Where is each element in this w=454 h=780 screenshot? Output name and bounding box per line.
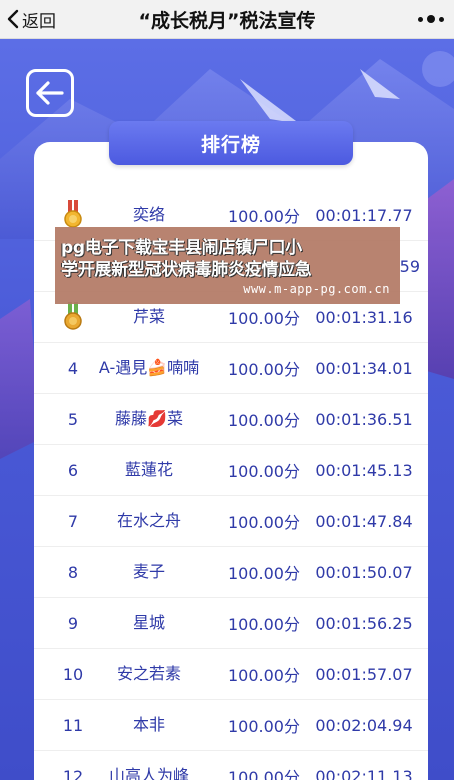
leaderboard-title: 排行榜 (109, 121, 353, 165)
row-time: 00:02:11.13 (315, 766, 413, 780)
leaderboard-row: 11 本非 100.00分 00:02:04.94 (34, 700, 428, 751)
leaderboard-row: 4 A-遇見🍰喃喃 100.00分 00:01:34.01 (34, 343, 428, 394)
row-name: 星城 (132, 613, 165, 632)
leaderboard-row: 8 麦子 100.00分 00:01:50.07 (34, 547, 428, 598)
row-rank: 10 (62, 664, 84, 684)
leaderboard-row: 7 在水之舟 100.00分 00:01:47.84 (34, 496, 428, 547)
row-rank: 8 (67, 562, 79, 582)
row-score: 100.00分 (228, 411, 300, 430)
arrow-left-icon (36, 81, 64, 105)
row-time-fragment: 59 (399, 256, 420, 276)
row-rank: 12 (62, 766, 84, 780)
row-time: 00:01:47.84 (315, 511, 413, 531)
leaderboard-row: 6 藍蓮花 100.00分 00:01:45.13 (34, 445, 428, 496)
leaderboard-row: 5 藤藤💋菜 100.00分 00:01:36.51 (34, 394, 428, 445)
leaderboard-row: 12 山高人为峰 100.00分 00:02:11.13 (34, 751, 428, 780)
row-name: 山高人为峰 (108, 766, 189, 780)
row-rank: 9 (67, 613, 79, 633)
watermark-text: 学开展新型冠状病毒肺炎疫情应急 (61, 260, 312, 280)
row-score: 100.00分 (228, 513, 300, 532)
row-rank: 11 (62, 715, 84, 735)
row-time: 00:01:45.13 (315, 460, 413, 480)
row-rank: 4 (67, 358, 79, 378)
dot-icon (439, 16, 444, 22)
row-name: 藍蓮花 (124, 460, 173, 479)
row-score: 100.00分 (228, 717, 300, 736)
row-time: 00:01:36.51 (315, 409, 413, 429)
page-title: “成长税月”税法宣传 (138, 9, 316, 32)
row-name: 麦子 (132, 562, 165, 581)
row-score: 100.00分 (228, 615, 300, 634)
leaderboard-row: 10 安之若素 100.00分 00:01:57.07 (34, 649, 428, 700)
row-name: 藤藤💋菜 (115, 409, 183, 428)
dot-icon (427, 15, 435, 23)
row-rank: 5 (67, 409, 79, 429)
row-time: 00:01:34.01 (315, 358, 413, 378)
row-score: 100.00分 (228, 462, 300, 481)
watermark-url: www.m-app-pg.com.cn (243, 282, 390, 296)
row-time: 00:01:56.25 (315, 613, 413, 633)
row-rank: 7 (67, 511, 79, 531)
row-name: 本非 (132, 715, 165, 734)
row-rank: 6 (67, 460, 79, 480)
row-score: 100.00分 (228, 768, 300, 780)
row-name: 安之若素 (116, 664, 181, 683)
page-back-button[interactable] (26, 69, 74, 117)
row-time: 00:01:57.07 (315, 664, 413, 684)
row-score: 100.00分 (228, 666, 300, 685)
row-name: 在水之舟 (116, 511, 181, 530)
dot-icon (418, 16, 423, 22)
leaderboard-row: 9 星城 100.00分 00:01:56.25 (34, 598, 428, 649)
watermark-banner: pg电子下载宝丰县闹店镇尸口小 学开展新型冠状病毒肺炎疫情应急 www.m-ap… (55, 227, 400, 304)
more-options-button[interactable] (416, 6, 446, 32)
row-score: 100.00分 (228, 564, 300, 583)
row-name: A-遇見🍰喃喃 (98, 358, 200, 377)
row-time: 00:01:50.07 (315, 562, 413, 582)
top-navigation-bar: 返回 “成长税月”税法宣传 (0, 0, 454, 39)
row-score: 100.00分 (228, 360, 300, 379)
row-time: 00:02:04.94 (315, 715, 413, 735)
